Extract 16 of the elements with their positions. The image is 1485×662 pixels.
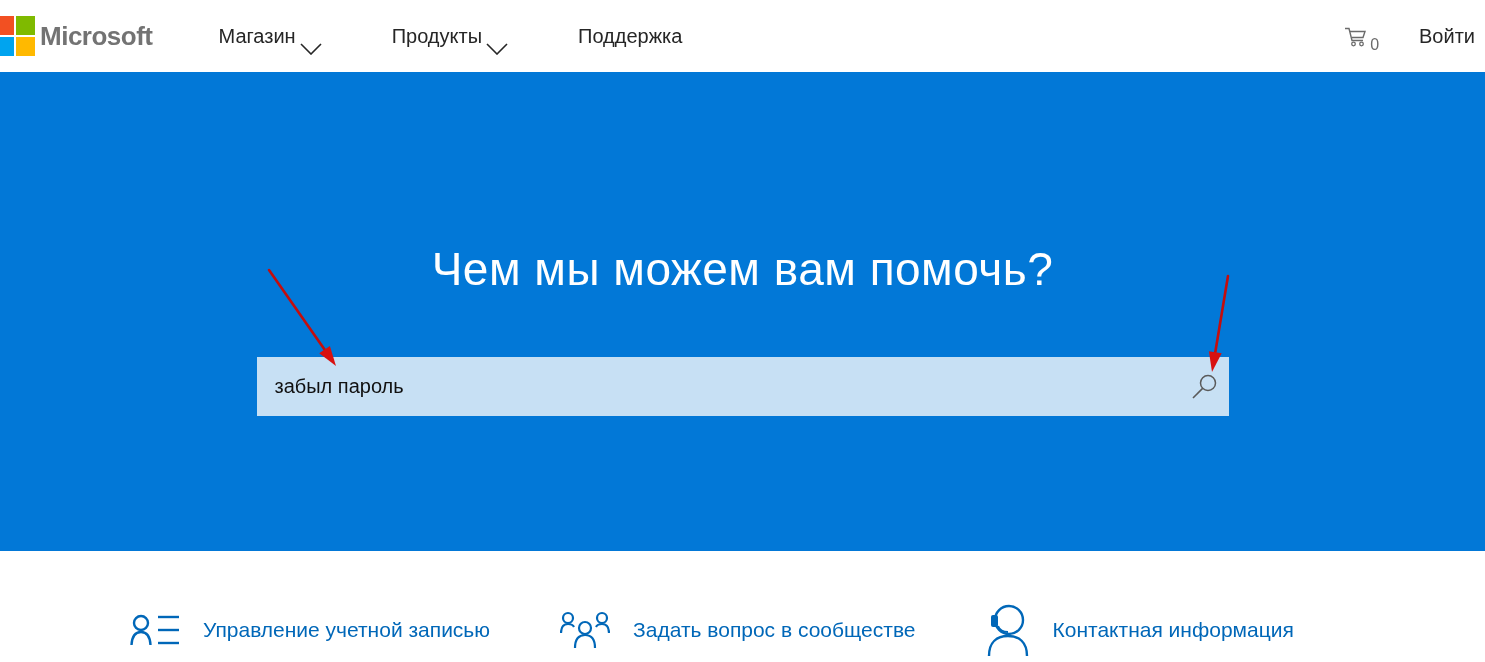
cart-icon — [1344, 25, 1367, 47]
search-icon[interactable] — [1191, 374, 1217, 399]
help-link[interactable]: Контактная информация — [1052, 614, 1294, 646]
search-field[interactable]: забыл пароль — [256, 357, 1229, 416]
logo-text[interactable]: Microsoft — [40, 16, 153, 56]
help-link[interactable]: Задать вопрос в сообществе — [633, 614, 916, 646]
people-group-icon — [560, 611, 611, 649]
nav-link[interactable]: Поддержка — [578, 21, 683, 51]
nav-dropdown[interactable]: Продукты — [391, 21, 509, 51]
person-headset-icon — [985, 604, 1030, 656]
help-link[interactable]: Управление учетной записью — [203, 614, 491, 646]
page-heading: Чем мы можем вам помочь? — [431, 242, 1054, 297]
logo-squares-icon[interactable] — [0, 16, 35, 56]
nav-dropdown[interactable]: Магазин — [218, 21, 322, 51]
sign-in-link[interactable]: Войти — [1419, 21, 1475, 51]
person-list-icon — [130, 614, 180, 646]
